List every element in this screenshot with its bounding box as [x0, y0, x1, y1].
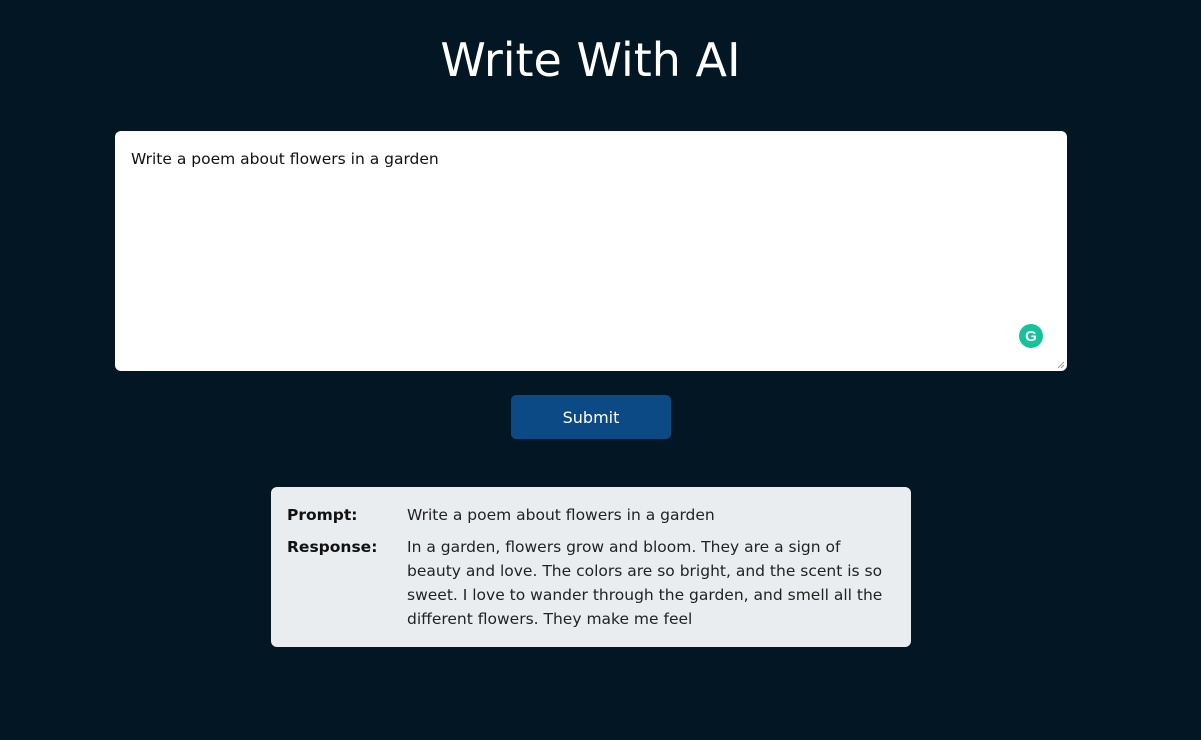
response-value: In a garden, flowers grow and bloom. The…	[407, 538, 883, 628]
prompt-label: Prompt:	[287, 506, 358, 524]
prompt-textarea[interactable]: Write a poem about flowers in a garden G	[115, 131, 1067, 371]
result-card: Prompt: Write a poem about flowers in a …	[271, 487, 911, 647]
page: Write With AI Write a poem about flowers…	[0, 0, 1201, 740]
prompt-value: Write a poem about flowers in a garden	[407, 506, 715, 524]
response-label: Response:	[287, 538, 378, 556]
prompt-input-text[interactable]: Write a poem about flowers in a garden	[131, 149, 1031, 169]
submit-button[interactable]: Submit	[511, 395, 671, 439]
resize-handle-icon[interactable]	[1057, 361, 1065, 369]
page-title: Write With AI	[440, 33, 741, 87]
grammarly-icon[interactable]: G	[1019, 324, 1043, 348]
